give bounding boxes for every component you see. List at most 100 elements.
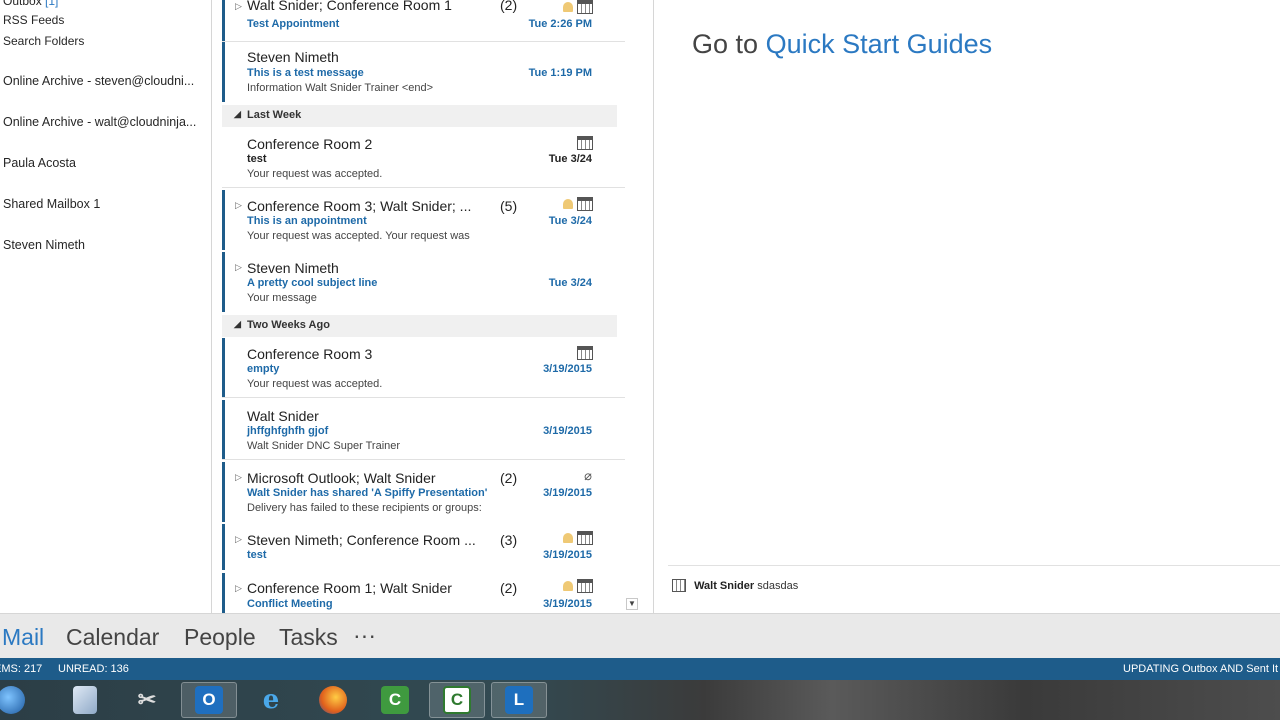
message-sender: Microsoft Outlook; Walt Snider bbox=[247, 470, 436, 486]
message-date: 3/19/2015 bbox=[543, 425, 592, 437]
notepad-icon bbox=[73, 686, 97, 714]
lync-icon: L bbox=[505, 686, 533, 714]
list-item[interactable]: ▷ Microsoft Outlook; Walt Snider (2) ⌀ W… bbox=[222, 462, 617, 522]
thread-count: (3) bbox=[500, 532, 518, 548]
status-bar: EMS: 217 UNREAD: 136 UPDATING Outbox AND… bbox=[0, 658, 1280, 680]
camtasia-recorder-icon: C bbox=[381, 686, 409, 714]
list-item[interactable]: Conference Room 2 test Tue 3/24 Your req… bbox=[222, 128, 627, 188]
folder-outbox[interactable]: Outbox [1] bbox=[3, 0, 58, 8]
taskbar-notepad[interactable] bbox=[57, 682, 113, 718]
folder-rss-feeds[interactable]: RSS Feeds bbox=[3, 13, 64, 27]
taskbar-camtasia-recorder[interactable]: C bbox=[367, 682, 423, 718]
message-date: Tue 3/24 bbox=[548, 153, 592, 165]
list-item[interactable]: ▷ Walt Snider; Conference Room 1 (2) Tes… bbox=[222, 0, 627, 42]
reading-pane: Go to Quick Start Guides Walt Snider sda… bbox=[653, 0, 1280, 613]
calendar-icon bbox=[577, 531, 593, 545]
calendar-icon bbox=[577, 197, 593, 211]
status-items-count: EMS: 217 bbox=[0, 663, 43, 675]
divider bbox=[668, 565, 1280, 566]
list-item[interactable]: ▷ Steven Nimeth; Conference Room ... (3)… bbox=[222, 524, 617, 570]
message-subject: Conflict Meeting bbox=[247, 598, 333, 610]
snipping-tool-icon: ✂ bbox=[137, 687, 157, 712]
taskbar-outlook[interactable]: O bbox=[181, 682, 237, 718]
collapse-triangle-icon[interactable]: ◢ bbox=[234, 319, 241, 330]
reminder-bell-icon bbox=[563, 2, 573, 12]
calendar-icon bbox=[672, 579, 686, 592]
folder-search-folders[interactable]: Search Folders bbox=[3, 34, 84, 48]
message-date: 3/19/2015 bbox=[543, 598, 592, 610]
folder-paula-acosta[interactable]: Paula Acosta bbox=[3, 156, 76, 170]
calendar-icon bbox=[577, 579, 593, 593]
group-header-last-week[interactable]: ◢ Last Week bbox=[222, 105, 617, 127]
taskbar-internet-explorer[interactable]: e bbox=[243, 682, 299, 718]
calendar-icon bbox=[577, 136, 593, 150]
firefox-icon bbox=[319, 686, 347, 714]
expand-conversation-icon[interactable]: ▷ bbox=[235, 200, 242, 211]
expand-conversation-icon[interactable]: ▷ bbox=[235, 583, 242, 594]
message-subject: Test Appointment bbox=[247, 18, 340, 30]
folder-shared-mailbox-1[interactable]: Shared Mailbox 1 bbox=[3, 197, 100, 211]
start-button[interactable] bbox=[0, 682, 36, 718]
reminder-bell-icon bbox=[563, 199, 573, 209]
message-preview: Delivery has failed to these recipients … bbox=[247, 502, 482, 514]
message-date: Tue 2:26 PM bbox=[528, 18, 592, 30]
group-header-two-weeks-ago[interactable]: ◢ Two Weeks Ago bbox=[222, 315, 617, 337]
message-date: Tue 1:19 PM bbox=[528, 67, 592, 79]
message-sender: Steven Nimeth bbox=[247, 260, 339, 276]
nav-mail[interactable]: Mail bbox=[2, 624, 44, 651]
expand-conversation-icon[interactable]: ▷ bbox=[235, 472, 242, 483]
collapse-triangle-icon[interactable]: ◢ bbox=[234, 109, 241, 120]
folder-online-archive-walt[interactable]: Online Archive - walt@cloudninja... bbox=[3, 115, 196, 129]
thread-count: (2) bbox=[500, 470, 518, 486]
message-subject: test bbox=[247, 153, 267, 165]
list-item[interactable]: ▷ Conference Room 3; Walt Snider; ... (5… bbox=[222, 190, 617, 250]
divider bbox=[222, 397, 627, 398]
folder-label: Outbox bbox=[3, 0, 42, 8]
outlook-icon: O bbox=[195, 686, 223, 714]
scroll-down-arrow-icon[interactable]: ▼ bbox=[626, 598, 638, 610]
nav-calendar[interactable]: Calendar bbox=[66, 624, 159, 651]
list-item[interactable]: Walt Snider jhffghfghfh gjof 3/19/2015 W… bbox=[222, 400, 627, 460]
expand-conversation-icon[interactable]: ▷ bbox=[235, 534, 242, 545]
divider bbox=[222, 459, 627, 460]
nav-tasks[interactable]: Tasks bbox=[279, 624, 338, 651]
reminder-bell-icon bbox=[563, 581, 573, 591]
status-updating: UPDATING Outbox AND Sent It bbox=[1123, 663, 1279, 675]
expand-conversation-icon[interactable]: ▷ bbox=[235, 262, 242, 273]
list-item[interactable]: ▷ Conference Room 1; Walt Snider (2) Con… bbox=[222, 573, 617, 613]
nav-more-options[interactable]: ··· bbox=[353, 622, 376, 649]
list-item[interactable]: Conference Room 3 empty 3/19/2015 Your r… bbox=[222, 338, 627, 398]
message-sender: Steven Nimeth; Conference Room ... bbox=[247, 532, 476, 548]
goto-prefix: Go to bbox=[692, 29, 759, 59]
reminder-bell-icon bbox=[563, 533, 573, 543]
message-subject: Walt Snider has shared 'A Spiffy Present… bbox=[247, 487, 488, 499]
message-sender: Conference Room 3 bbox=[247, 346, 373, 362]
message-sender: Conference Room 2 bbox=[247, 136, 373, 152]
windows-orb-icon bbox=[0, 686, 25, 714]
status-unread-count: UNREAD: 136 bbox=[58, 663, 129, 675]
taskbar-camtasia-studio[interactable]: C bbox=[429, 682, 485, 718]
folder-online-archive-steven[interactable]: Online Archive - steven@cloudni... bbox=[3, 74, 194, 88]
thread-count: (2) bbox=[500, 580, 518, 596]
thread-count: (5) bbox=[500, 198, 518, 214]
expand-conversation-icon[interactable]: ▷ bbox=[235, 1, 242, 12]
taskbar-snipping-tool[interactable]: ✂ bbox=[119, 682, 175, 718]
windows-taskbar: ✂ O e C C L bbox=[0, 680, 1280, 720]
taskbar-lync[interactable]: L bbox=[491, 682, 547, 718]
list-item[interactable]: ▷ Steven Nimeth A pretty cool subject li… bbox=[222, 252, 617, 312]
group-label: Two Weeks Ago bbox=[247, 319, 330, 331]
message-sender: Steven Nimeth bbox=[247, 49, 339, 65]
list-item[interactable]: Steven Nimeth This is a test message Tue… bbox=[222, 42, 617, 102]
quick-start-guides-link[interactable]: Quick Start Guides bbox=[766, 29, 993, 59]
message-list[interactable]: ▷ Walt Snider; Conference Room 1 (2) Tes… bbox=[212, 0, 640, 613]
reading-pane-footer[interactable]: Walt Snider sdasdas bbox=[672, 579, 798, 592]
internet-explorer-icon: e bbox=[262, 685, 280, 715]
message-subject: This is an appointment bbox=[247, 215, 367, 227]
message-subject: empty bbox=[247, 363, 280, 375]
message-subject: jhffghfghfh gjof bbox=[247, 425, 329, 437]
taskbar-firefox[interactable] bbox=[305, 682, 361, 718]
folder-steven-nimeth[interactable]: Steven Nimeth bbox=[3, 238, 85, 252]
divider bbox=[222, 187, 627, 188]
nav-people[interactable]: People bbox=[184, 624, 256, 651]
message-list-scrollbar[interactable]: ▼ bbox=[625, 0, 639, 613]
